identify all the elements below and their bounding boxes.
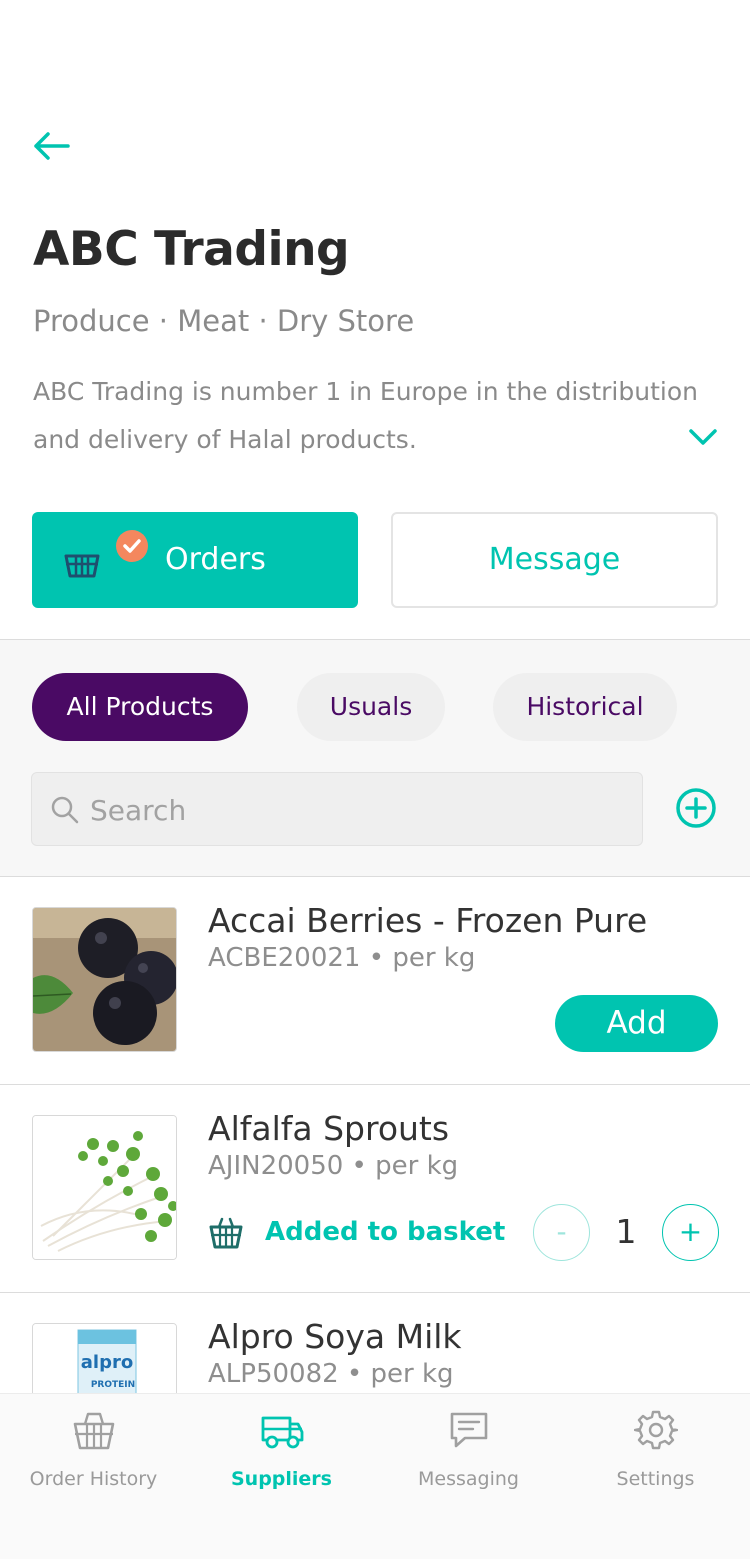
check-badge-icon [116, 530, 148, 562]
search-input[interactable] [90, 783, 610, 837]
tab-order-history[interactable]: Order History [0, 1394, 187, 1514]
product-image-alfalfa [32, 1115, 177, 1260]
added-to-basket-label: Added to basket [265, 1217, 506, 1247]
product-code-unit: ACBE20021 • per kg [208, 943, 476, 973]
product-name: Accai Berries - Frozen Pure [208, 901, 648, 940]
product-row[interactable]: Accai Berries - Frozen Pure ACBE20021 • … [0, 877, 750, 1085]
tab-label: Messaging [418, 1468, 519, 1490]
supplier-description: ABC Trading is number 1 in Europe in the… [33, 377, 698, 454]
chip-historical[interactable]: Historical [493, 673, 677, 741]
gear-icon [634, 1410, 678, 1450]
product-name: Alfalfa Sprouts [208, 1109, 450, 1148]
chevron-down-icon[interactable] [686, 424, 720, 450]
tab-label: Suppliers [230, 1468, 332, 1490]
filter-panel: All Products Usuals Historical [0, 639, 750, 877]
back-arrow-icon[interactable] [30, 128, 72, 164]
orders-label: Orders [165, 542, 266, 577]
message-icon [450, 1412, 488, 1448]
tab-label: Order History [29, 1468, 158, 1490]
tab-label: Settings [616, 1468, 695, 1490]
increase-quantity-button[interactable]: + [662, 1204, 719, 1261]
product-image-acai [32, 907, 177, 1052]
product-code-unit: ALP50082 • per kg [208, 1359, 454, 1389]
tab-messaging[interactable]: Messaging [375, 1394, 562, 1514]
supplier-name: ABC Trading [33, 222, 350, 277]
truck-icon [261, 1416, 304, 1449]
tab-settings[interactable]: Settings [562, 1394, 749, 1514]
basket-icon [209, 1217, 243, 1249]
search-icon [51, 796, 79, 824]
search-box[interactable] [31, 772, 643, 846]
chip-all-products[interactable]: All Products [32, 673, 248, 741]
bottom-tab-bar: Order History Suppliers Messaging Settin… [0, 1393, 750, 1559]
add-product-icon[interactable] [675, 787, 717, 829]
add-button[interactable]: Add [555, 995, 718, 1052]
product-row[interactable]: Alfalfa Sprouts AJIN20050 • per kg Added… [0, 1085, 750, 1293]
chip-usuals[interactable]: Usuals [297, 673, 445, 741]
alpro-protein-text: PROTEIN [91, 1380, 135, 1390]
supplier-categories: Produce · Meat · Dry Store [33, 304, 415, 338]
message-button[interactable]: Message [391, 512, 718, 608]
basket-icon [73, 1412, 115, 1450]
orders-button[interactable]: Orders [32, 512, 358, 608]
quantity-value: 1 [615, 1212, 637, 1251]
product-name: Alpro Soya Milk [208, 1317, 462, 1356]
basket-icon [64, 554, 100, 578]
product-code-unit: AJIN20050 • per kg [208, 1151, 459, 1181]
alpro-brand-text: alpro [81, 1352, 133, 1373]
decrease-quantity-button[interactable]: - [533, 1204, 590, 1261]
tab-suppliers[interactable]: Suppliers [188, 1394, 375, 1514]
